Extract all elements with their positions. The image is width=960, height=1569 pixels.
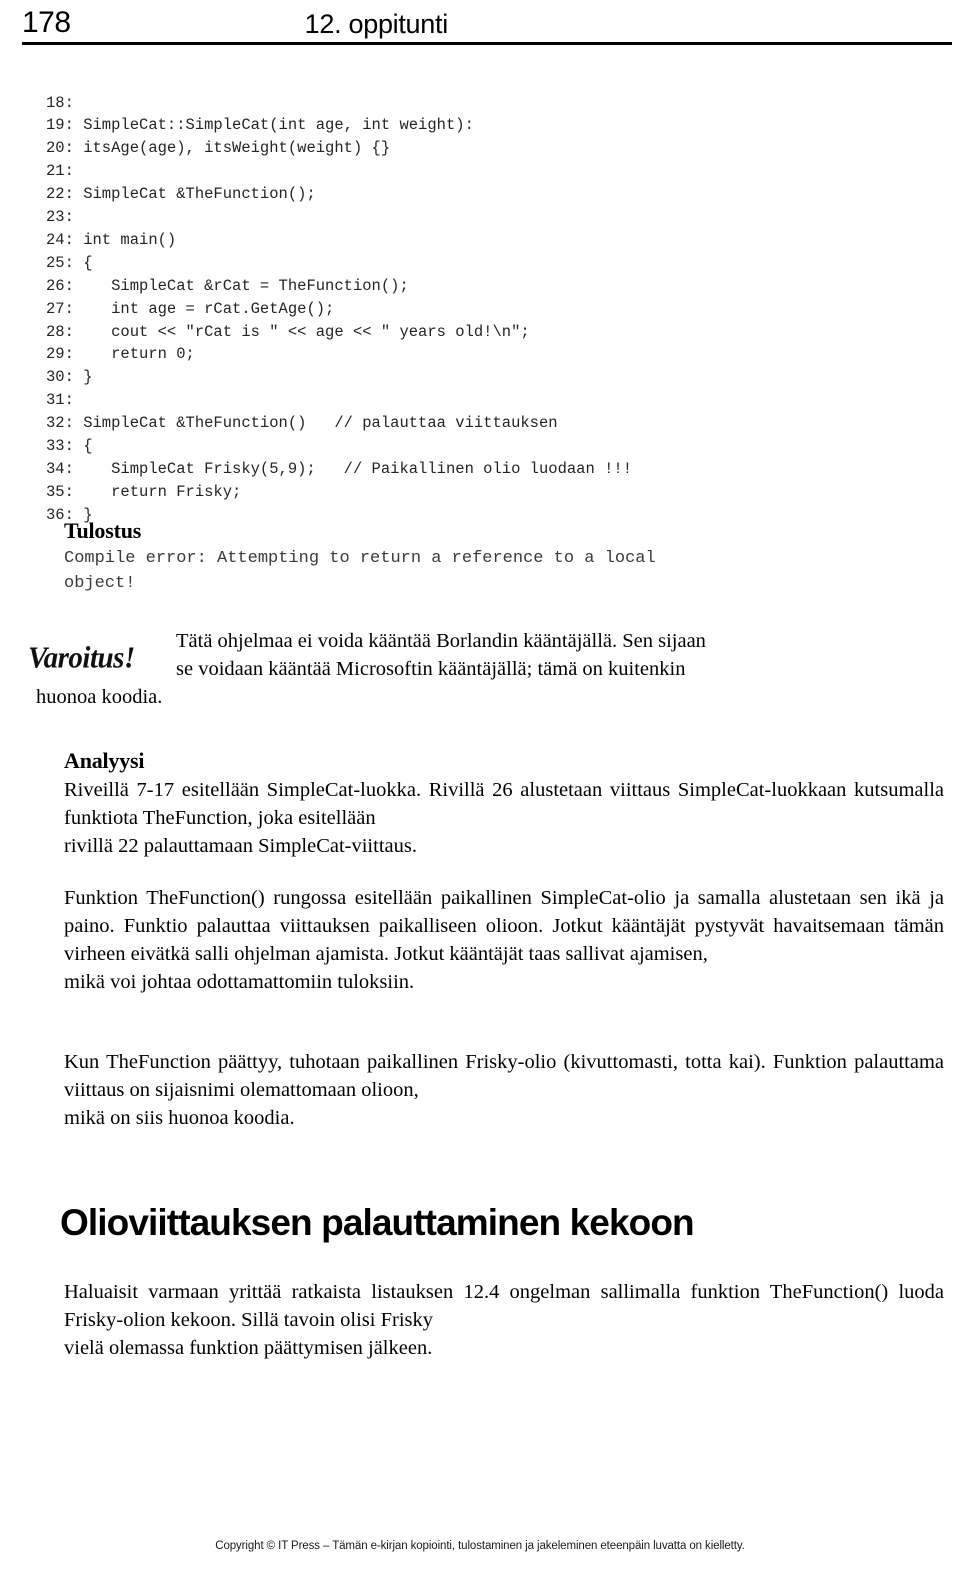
warning-line-2: se voidaan kääntää Microsoftin kääntäjäl…: [176, 657, 686, 680]
output-heading: Tulostus: [64, 518, 142, 543]
analysis-paragraph-2: Funktion TheFunction() rungossa esitellä…: [64, 884, 944, 996]
document-page: 178 12. oppitunti 18: 19: SimpleCat::Sim…: [0, 0, 960, 1569]
section-heading: Olioviittauksen palauttaminen kekoon: [60, 1202, 695, 1243]
warning-icon: Varoitus!: [28, 641, 135, 675]
code-listing: 18: 19: SimpleCat::SimpleCat(int age, in…: [46, 93, 632, 524]
paragraph-body: Kun TheFunction päättyy, tuhotaan paikal…: [64, 1051, 944, 1101]
analysis-paragraph-1: Riveillä 7-17 esitellään SimpleCat-luokk…: [64, 776, 944, 860]
paragraph-last-line: mikä on siis huonoa koodia.: [64, 1107, 295, 1129]
paragraph-body: Haluaisit varmaan yrittää ratkaista list…: [64, 1281, 944, 1331]
section-paragraph: Haluaisit varmaan yrittää ratkaista list…: [64, 1278, 944, 1362]
paragraph-body: Riveillä 7-17 esitellään SimpleCat-luokk…: [64, 779, 944, 829]
warning-line-3: huonoa koodia.: [36, 686, 163, 708]
paragraph-last-line: rivillä 22 palauttamaan SimpleCat-viitta…: [64, 835, 417, 857]
warning-note: Varoitus! Tätä ohjelmaa ei voida kääntää…: [28, 628, 944, 683]
paragraph-last-line: mikä voi johtaa odottamattomiin tuloksii…: [64, 971, 415, 993]
analysis-paragraph-3: Kun TheFunction päättyy, tuhotaan paikal…: [64, 1048, 944, 1132]
output-text: Compile error: Attempting to return a re…: [64, 546, 944, 596]
running-title: 12. oppitunti: [304, 9, 449, 39]
output-line-1: Compile error: Attempting to return a re…: [64, 549, 656, 568]
warning-line-1: Tätä ohjelmaa ei voida kääntää Borlandin…: [176, 630, 706, 652]
footer-copyright: Copyright © IT Press – Tämän e-kirjan ko…: [215, 1540, 745, 1552]
analysis-heading: Analyysi: [64, 748, 145, 773]
output-line-2: object!: [64, 574, 136, 593]
page-header: 178 12. oppitunti: [22, 0, 952, 46]
warning-note-text: Tätä ohjelmaa ei voida kääntää Borlandin…: [176, 628, 944, 683]
paragraph-last-line: vielä olemassa funktion päättymisen jälk…: [64, 1337, 433, 1359]
paragraph-body: Funktion TheFunction() rungossa esitellä…: [64, 887, 944, 965]
header-rule: [22, 42, 952, 45]
page-number: 178: [22, 6, 71, 39]
